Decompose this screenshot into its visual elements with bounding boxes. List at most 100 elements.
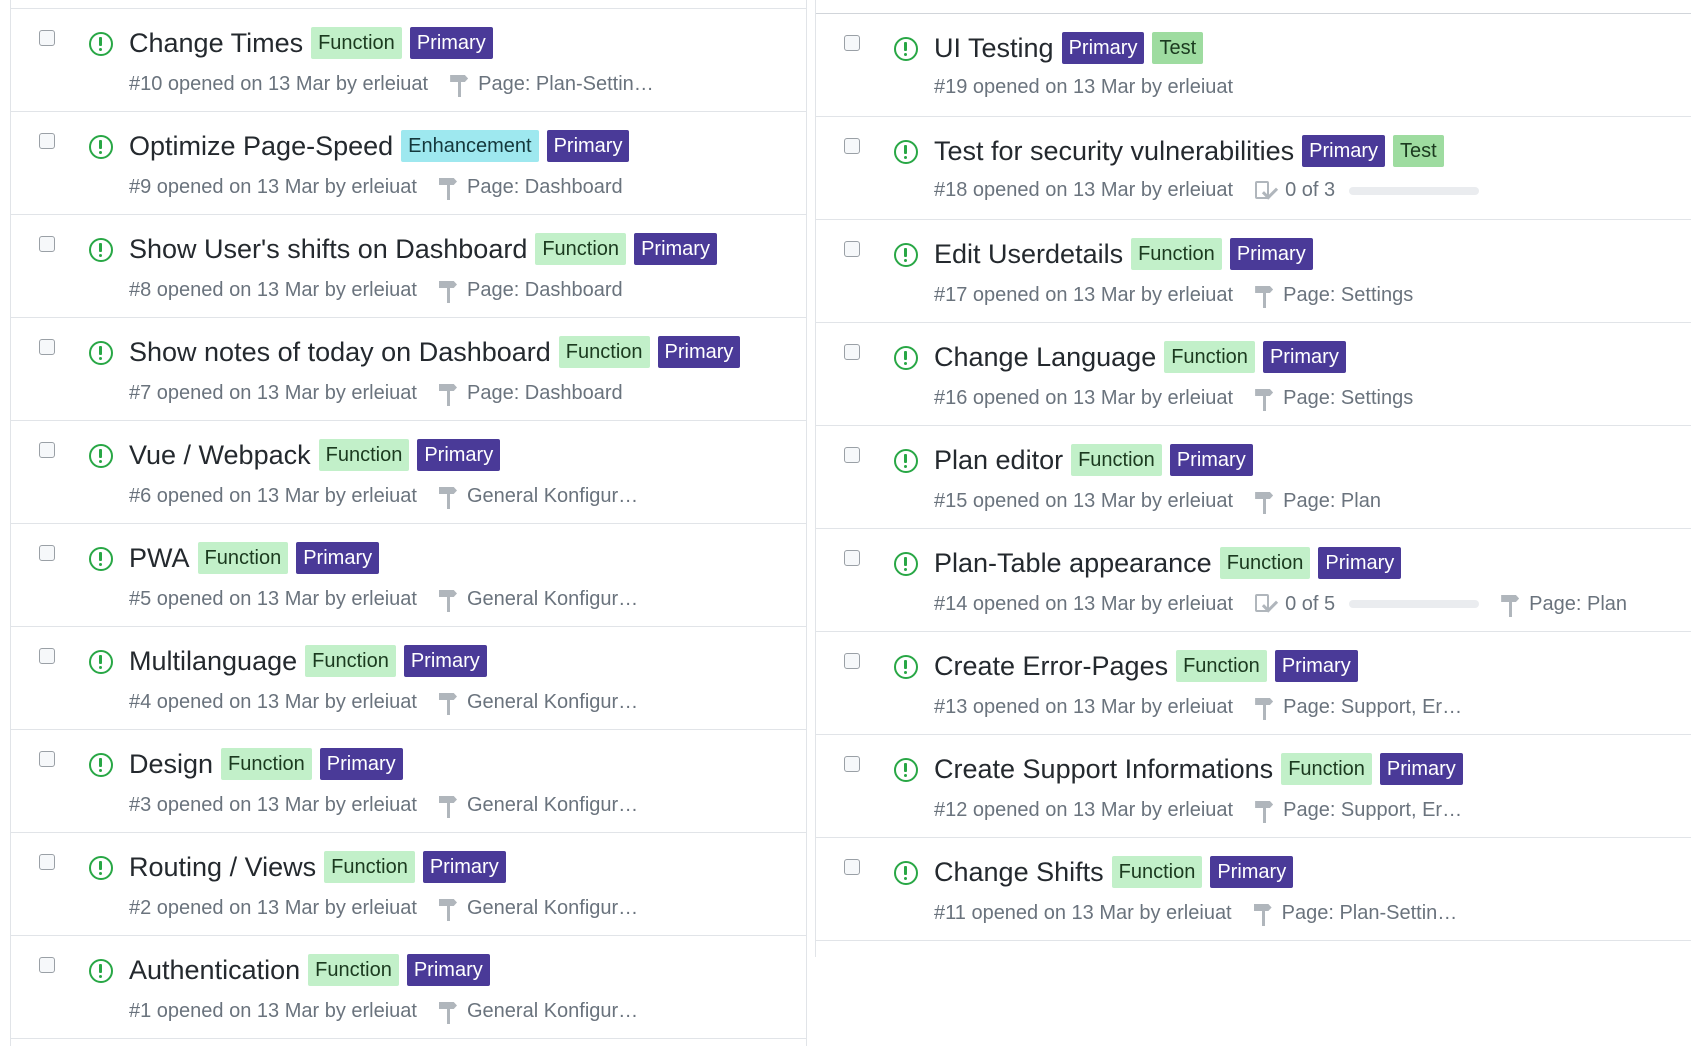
milestone-link[interactable]: Page: Dashboard: [438, 174, 623, 200]
milestone-link[interactable]: General Konfigur…: [438, 998, 638, 1024]
issue-title-link[interactable]: Create Error-Pages: [934, 651, 1168, 682]
milestone-link[interactable]: General Konfigur…: [438, 586, 638, 612]
label-primary[interactable]: Primary: [1379, 753, 1463, 785]
issue-checkbox[interactable]: [39, 236, 55, 252]
milestone-link[interactable]: Page: Plan-Settin…: [450, 71, 654, 97]
issue-checkbox[interactable]: [39, 854, 55, 870]
issue-row[interactable]: Create Support Informations Function Prima…: [816, 735, 1691, 838]
issue-checkbox[interactable]: [844, 35, 860, 51]
issue-row[interactable]: PWA Function Primary #5 opened on 13 Mar by…: [11, 524, 806, 627]
issue-title-link[interactable]: Test for security vulnerabilities: [934, 136, 1294, 167]
issue-checkbox[interactable]: [844, 344, 860, 360]
label-function[interactable]: Function: [305, 645, 396, 677]
label-primary[interactable]: Primary: [1169, 444, 1253, 476]
label-primary[interactable]: Primary: [1302, 135, 1386, 167]
issue-title-link[interactable]: Show notes of today on Dashboard: [129, 337, 551, 368]
issue-checkbox[interactable]: [844, 447, 860, 463]
issue-checkbox[interactable]: [844, 756, 860, 772]
issue-row[interactable]: Show notes of today on Dashboard Function…: [11, 318, 806, 421]
issue-row[interactable]: Plan-Table appearance Function Primary #14 …: [816, 529, 1691, 632]
label-function[interactable]: Function: [324, 851, 415, 883]
label-function[interactable]: Function: [197, 542, 289, 574]
issue-checkbox[interactable]: [39, 957, 55, 973]
label-primary[interactable]: Primary: [409, 27, 493, 59]
label-function[interactable]: Function: [1131, 238, 1222, 270]
issue-row[interactable]: Multilanguage Function Primary #4 opened on…: [11, 627, 806, 730]
issue-checkbox[interactable]: [39, 545, 55, 561]
label-primary[interactable]: Primary: [1262, 341, 1346, 373]
issue-title-link[interactable]: UI Testing: [934, 33, 1054, 64]
label-primary[interactable]: Primary: [319, 748, 403, 780]
issue-checkbox[interactable]: [844, 138, 860, 154]
milestone-link[interactable]: General Konfigur…: [438, 689, 638, 715]
label-primary[interactable]: Primary: [634, 233, 717, 265]
issue-row[interactable]: Change Shifts Function Primary #11 opened o…: [816, 838, 1691, 941]
issue-row[interactable]: Show User's shifts on Dashboard Function P…: [11, 215, 806, 318]
issue-title-link[interactable]: Optimize Page-Speed: [129, 131, 393, 162]
label-primary[interactable]: Primary: [1061, 32, 1145, 64]
issue-checkbox[interactable]: [39, 30, 55, 46]
label-function[interactable]: Function: [1164, 341, 1255, 373]
label-primary[interactable]: Primary: [546, 130, 630, 162]
issue-row[interactable]: Optimize Page-Speed Enhancement Primary #9 …: [11, 112, 806, 215]
issue-checkbox[interactable]: [844, 859, 860, 875]
label-test[interactable]: Test: [1152, 32, 1204, 64]
issue-title-link[interactable]: Plan editor: [934, 445, 1063, 476]
issue-checkbox[interactable]: [39, 648, 55, 664]
milestone-link[interactable]: Page: Support, Er…: [1255, 797, 1462, 823]
label-primary[interactable]: Primary: [403, 645, 487, 677]
label-function[interactable]: Function: [1111, 856, 1203, 888]
label-function[interactable]: Function: [1176, 650, 1267, 682]
issue-checkbox[interactable]: [39, 339, 55, 355]
label-function[interactable]: Function: [318, 439, 410, 471]
issue-title-link[interactable]: Create Support Informations: [934, 754, 1273, 785]
issue-title-link[interactable]: Vue / Webpack: [129, 440, 311, 471]
label-enhancement[interactable]: Enhancement: [401, 130, 539, 162]
milestone-link[interactable]: General Konfigur…: [438, 483, 638, 509]
issue-title-link[interactable]: Authentication: [129, 955, 300, 986]
issue-title-link[interactable]: Routing / Views: [129, 852, 316, 883]
issue-title-link[interactable]: Show User's shifts on Dashboard: [129, 234, 527, 265]
label-primary[interactable]: Primary: [422, 851, 506, 883]
milestone-link[interactable]: Page: Settings: [1255, 385, 1413, 411]
milestone-link[interactable]: Page: Dashboard: [438, 277, 623, 303]
label-test[interactable]: Test: [1393, 135, 1444, 167]
issue-row[interactable]: Routing / Views Function Primary #2 opened …: [11, 833, 806, 936]
milestone-link[interactable]: General Konfigur…: [438, 895, 638, 921]
issue-title-link[interactable]: Change Shifts: [934, 857, 1104, 888]
label-function[interactable]: Function: [1071, 444, 1162, 476]
label-function[interactable]: Function: [1281, 753, 1372, 785]
issue-title-link[interactable]: Change Language: [934, 342, 1156, 373]
issue-title-link[interactable]: Change Times: [129, 28, 303, 59]
issue-checkbox[interactable]: [844, 550, 860, 566]
milestone-link[interactable]: General Konfigur…: [438, 792, 638, 818]
milestone-link[interactable]: Page: Plan-Settin…: [1253, 900, 1457, 926]
milestone-link[interactable]: Page: Support, Er…: [1255, 694, 1462, 720]
issue-checkbox[interactable]: [844, 653, 860, 669]
label-function[interactable]: Function: [308, 954, 399, 986]
issue-row[interactable]: Vue / Webpack Function Primary #6 opened on…: [11, 421, 806, 524]
issue-title-link[interactable]: Edit Userdetails: [934, 239, 1123, 270]
label-primary[interactable]: Primary: [1274, 650, 1358, 682]
label-primary[interactable]: Primary: [296, 542, 380, 574]
milestone-link[interactable]: Page: Dashboard: [438, 380, 623, 406]
label-primary[interactable]: Primary: [1210, 856, 1294, 888]
issue-checkbox[interactable]: [844, 241, 860, 257]
issue-checkbox[interactable]: [39, 133, 55, 149]
label-primary[interactable]: Primary: [657, 336, 741, 368]
issue-row[interactable]: Authentication Function Primary #1 opened o…: [11, 936, 806, 1039]
label-function[interactable]: Function: [558, 336, 650, 368]
issue-title-link[interactable]: Multilanguage: [129, 646, 297, 677]
milestone-link[interactable]: Page: Settings: [1255, 282, 1413, 308]
issue-checkbox[interactable]: [39, 442, 55, 458]
label-function[interactable]: Function: [535, 233, 627, 265]
issue-title-link[interactable]: Plan-Table appearance: [934, 548, 1212, 579]
label-primary[interactable]: Primary: [1318, 547, 1402, 579]
label-primary[interactable]: Primary: [1229, 238, 1313, 270]
issue-row[interactable]: Change Language Function Primary #16 opened…: [816, 323, 1691, 426]
milestone-link[interactable]: Page: Plan: [1255, 488, 1381, 514]
issue-row[interactable]: UI Testing Primary Test #19 opened on 13 Ma…: [816, 14, 1691, 117]
milestone-link[interactable]: Page: Plan: [1501, 591, 1627, 617]
label-function[interactable]: Function: [311, 27, 402, 59]
issue-row[interactable]: Design Function Primary #3 opened on 13 Mar…: [11, 730, 806, 833]
